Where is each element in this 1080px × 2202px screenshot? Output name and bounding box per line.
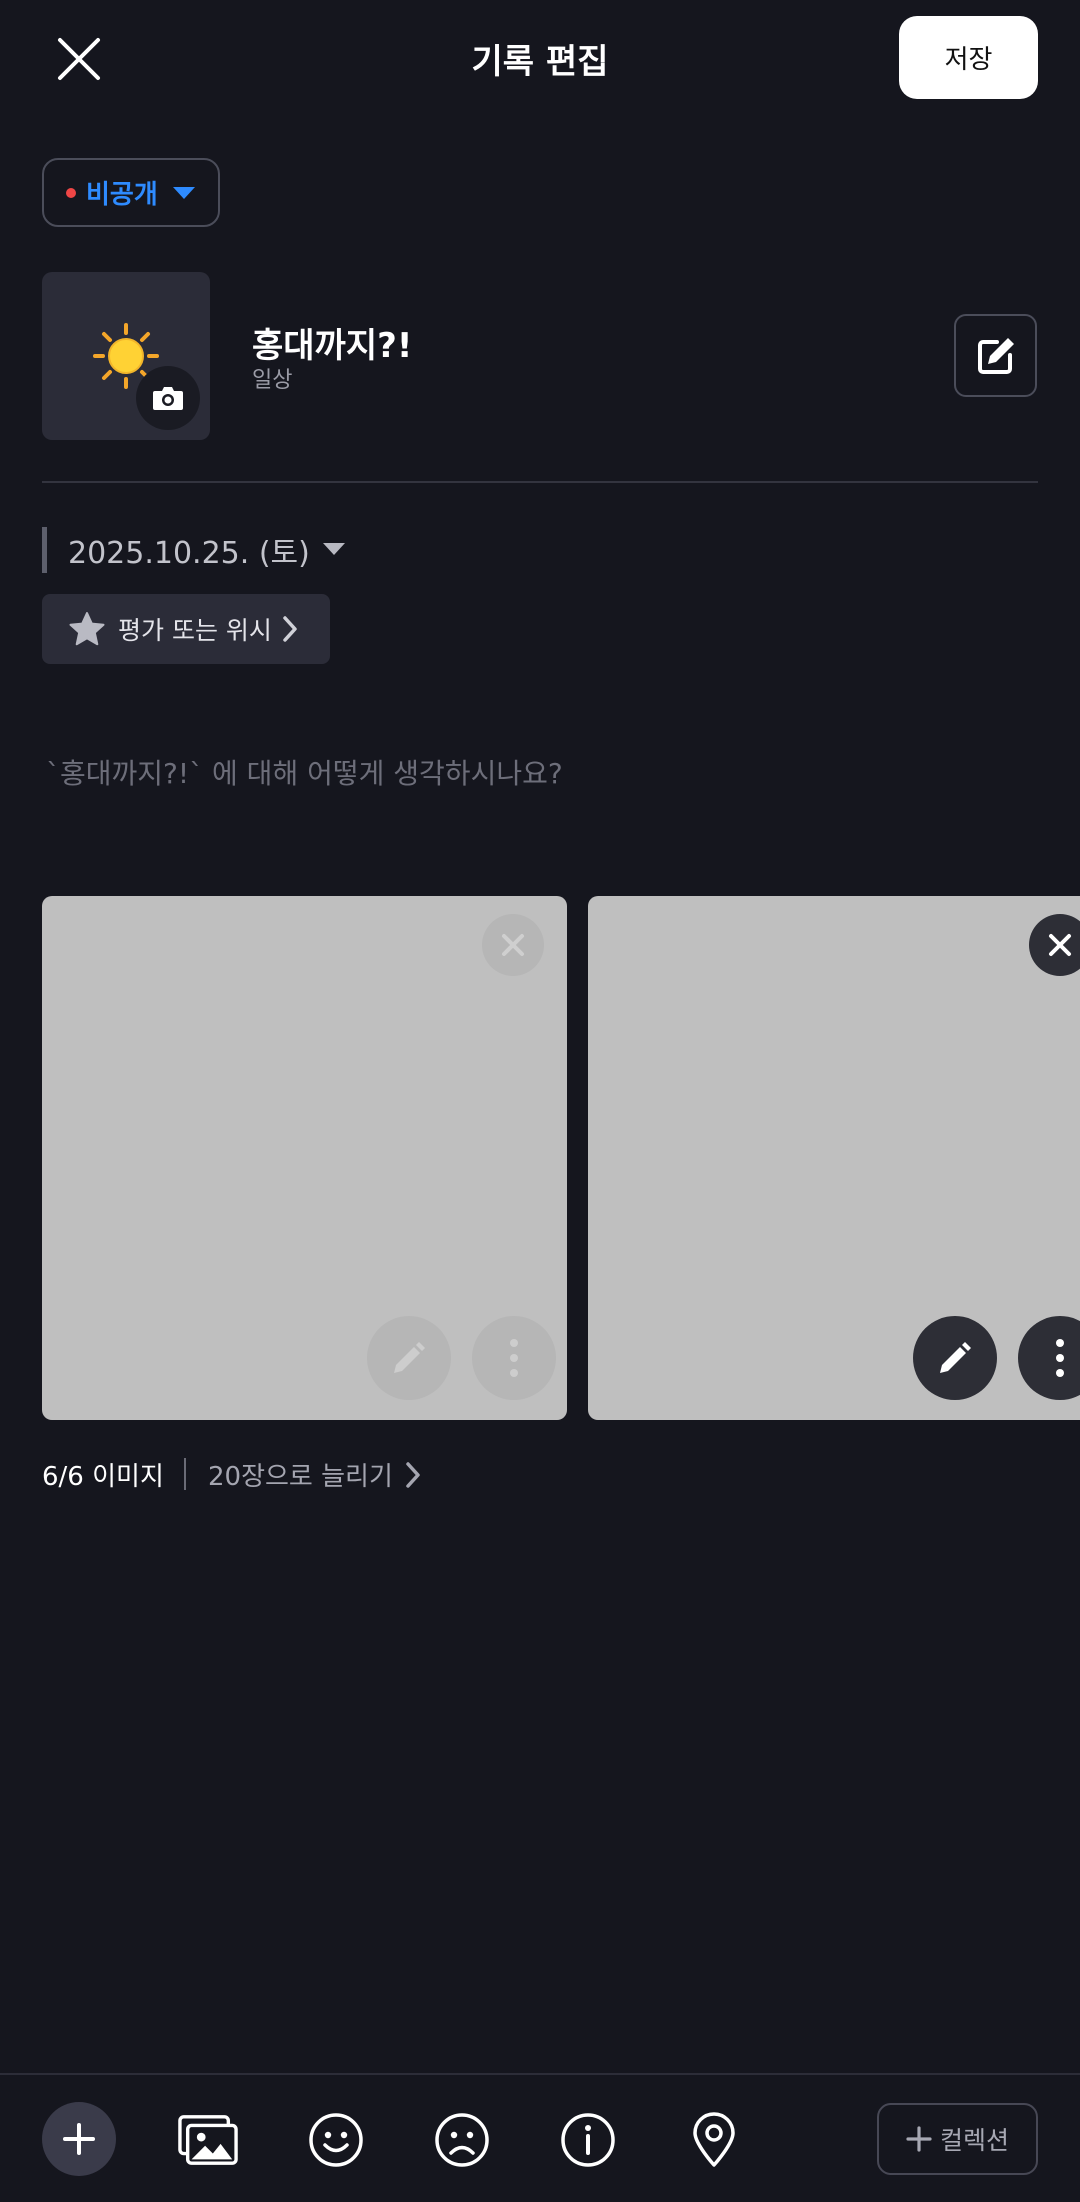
date-accent-bar xyxy=(42,527,47,573)
chevron-right-icon xyxy=(406,1461,420,1488)
increase-limit-link[interactable]: 20장으로 늘리기 xyxy=(208,1456,421,1493)
image-count: 6/6 이미지 xyxy=(42,1462,164,1492)
save-button[interactable]: 저장 xyxy=(899,16,1038,99)
edit-icon xyxy=(977,337,1014,374)
increase-limit-label: 20장으로 늘리기 xyxy=(208,1462,393,1492)
camera-icon xyxy=(153,387,183,410)
location-button[interactable] xyxy=(684,2110,744,2170)
location-pin-icon xyxy=(693,2112,735,2167)
star-icon xyxy=(69,612,105,646)
more-icon xyxy=(510,1339,518,1377)
rating-label: 평가 또는 위시 xyxy=(118,616,272,645)
smile-icon xyxy=(309,2113,363,2167)
date-selector[interactable]: 2025.10.25. (토) xyxy=(68,528,310,572)
info-button[interactable] xyxy=(558,2110,618,2170)
pencil-icon xyxy=(940,1342,971,1373)
remove-image-button[interactable] xyxy=(1029,914,1080,976)
review-input[interactable]: `홍대까지?!` 에 대해 어떻게 생각하시나요? xyxy=(46,752,563,792)
bad-mood-button[interactable] xyxy=(432,2110,492,2170)
collection-label: 컬렉션 xyxy=(939,2126,1009,2155)
image-card[interactable] xyxy=(42,896,567,1420)
good-mood-button[interactable] xyxy=(306,2110,366,2170)
private-status-dot xyxy=(66,187,76,198)
chevron-right-icon xyxy=(283,616,297,642)
info-icon xyxy=(561,2113,615,2167)
visibility-dropdown[interactable]: 비공개 xyxy=(42,158,220,227)
more-icon xyxy=(1056,1339,1064,1377)
toolbar-divider xyxy=(0,2073,1080,2075)
remove-icon xyxy=(1049,934,1071,956)
add-icon xyxy=(63,2123,95,2155)
edit-item-button[interactable] xyxy=(954,314,1037,397)
edit-image-button[interactable] xyxy=(913,1316,997,1400)
section-divider xyxy=(42,481,1038,483)
pencil-icon xyxy=(394,1342,425,1373)
count-divider xyxy=(184,1458,186,1490)
rating-wish-button[interactable]: 평가 또는 위시 xyxy=(42,594,330,664)
edit-image-button[interactable] xyxy=(367,1316,451,1400)
add-button[interactable] xyxy=(42,2102,116,2176)
caret-down-icon[interactable] xyxy=(322,542,346,556)
frown-icon xyxy=(435,2113,489,2167)
item-title: 홍대까지?! xyxy=(252,326,413,366)
remove-image-button[interactable] xyxy=(482,914,544,976)
gallery-icon xyxy=(178,2115,238,2165)
add-collection-button[interactable]: 컬렉션 xyxy=(877,2103,1038,2175)
change-photo-button[interactable] xyxy=(136,366,200,430)
caret-down-icon xyxy=(172,186,195,199)
plus-icon xyxy=(906,2126,932,2152)
image-card[interactable] xyxy=(588,896,1080,1420)
remove-icon xyxy=(502,934,524,956)
gallery-button[interactable] xyxy=(178,2110,238,2170)
item-category: 일상 xyxy=(252,368,293,393)
image-more-button[interactable] xyxy=(472,1316,556,1400)
image-more-button[interactable] xyxy=(1018,1316,1080,1400)
visibility-label: 비공개 xyxy=(86,180,158,210)
